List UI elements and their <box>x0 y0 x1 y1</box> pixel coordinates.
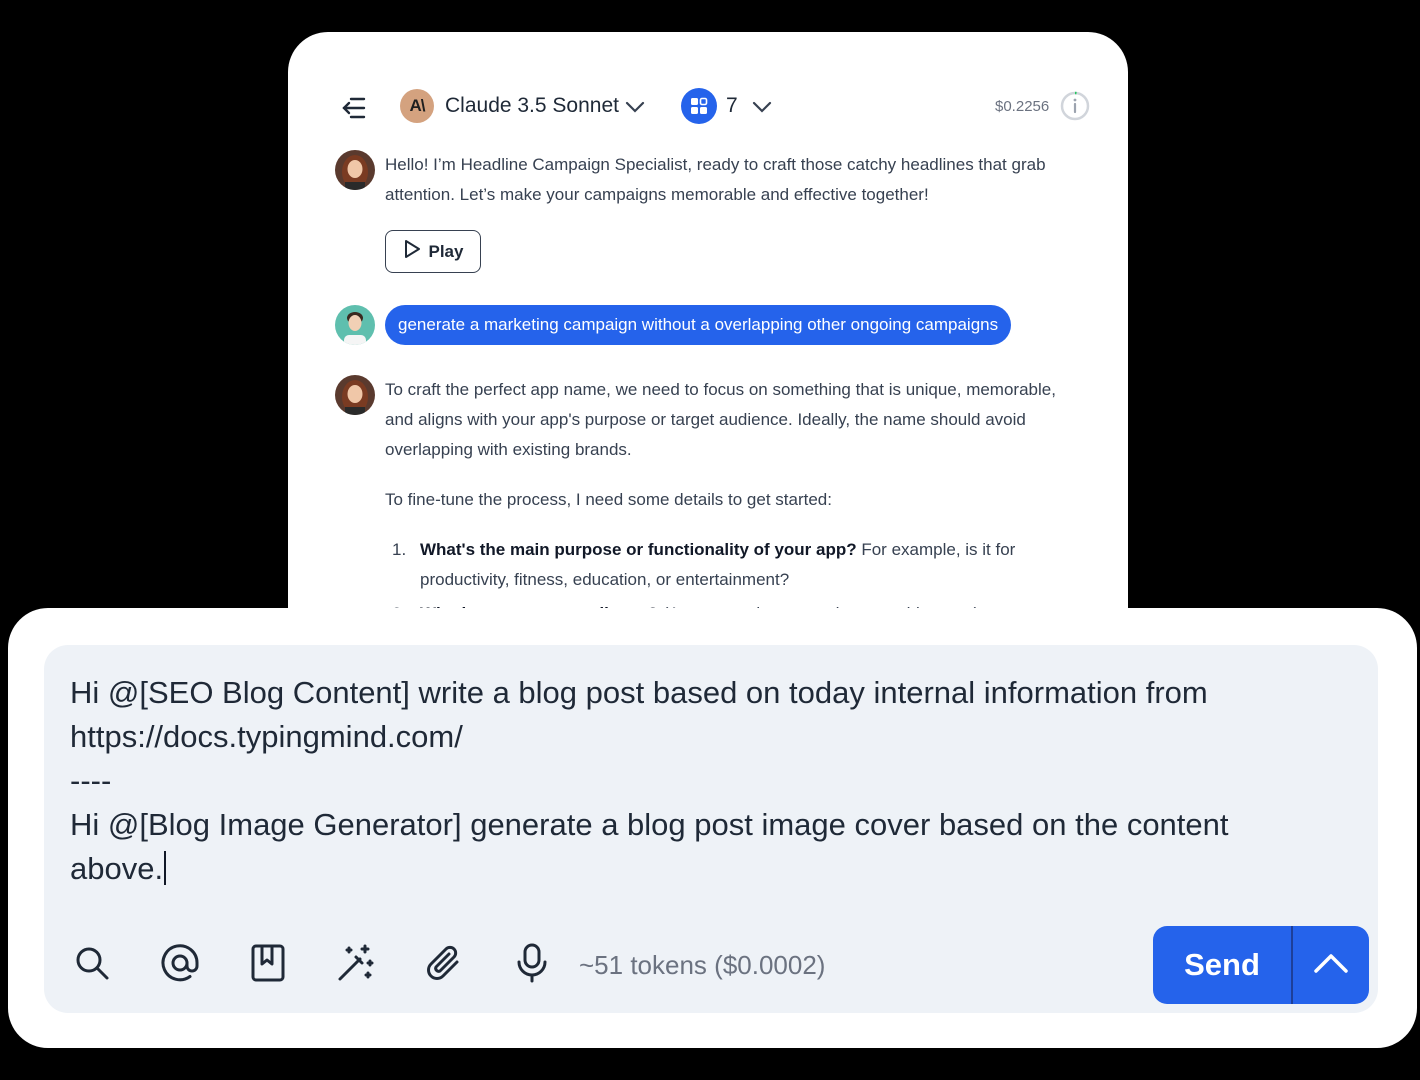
cost-display: $0.2256 <box>995 98 1050 115</box>
plugin-count[interactable]: 7 <box>726 94 738 118</box>
prompt-library-icon[interactable] <box>246 941 290 985</box>
send-button[interactable]: Send <box>1153 926 1291 1004</box>
user-message: generate a marketing campaign without a … <box>385 305 1012 345</box>
assistant-message-paragraph: To craft the perfect app name, we need t… <box>385 380 1056 459</box>
play-icon <box>403 239 421 264</box>
chevron-down-icon[interactable] <box>624 96 646 118</box>
message-input[interactable]: Hi @[SEO Blog Content] write a blog post… <box>70 671 1330 891</box>
user-avatar <box>335 305 375 345</box>
paperclip-icon[interactable] <box>422 941 466 985</box>
assistant-avatar <box>335 150 375 190</box>
chat-panel: A\ Claude 3.5 Sonnet 7 $0.2256 Hello! I’… <box>288 32 1128 672</box>
list-item: 1. What's the main purpose or functional… <box>385 535 1085 595</box>
assistant-message: Hello! I’m Headline Campaign Specialist,… <box>385 155 1046 204</box>
token-estimate: ~51 tokens ($0.0002) <box>579 950 826 980</box>
text-caret <box>164 851 167 885</box>
send-options-button[interactable] <box>1293 926 1369 1004</box>
back-arrow-icon[interactable] <box>338 93 368 123</box>
model-logo: A\ <box>400 89 434 123</box>
info-icon[interactable] <box>1059 90 1091 122</box>
magic-wand-icon[interactable] <box>334 941 378 985</box>
input-line: https://docs.typingmind.com/ <box>70 719 463 754</box>
plugin-icon[interactable] <box>681 88 717 124</box>
assistant-avatar <box>335 375 375 415</box>
microphone-icon[interactable] <box>510 941 554 985</box>
play-button[interactable]: Play <box>385 230 481 273</box>
input-line: ---- <box>70 763 112 798</box>
input-line: Hi @[SEO Blog Content] write a blog post… <box>70 675 1208 710</box>
at-icon[interactable] <box>158 941 202 985</box>
input-line: Hi @[Blog Image Generator] generate a bl… <box>70 807 1229 842</box>
list-item-bold: What's the main purpose or functionality… <box>420 540 857 559</box>
composer-panel: Hi @[SEO Blog Content] write a blog post… <box>8 608 1417 1048</box>
chevron-up-icon <box>1313 952 1349 979</box>
play-label: Play <box>428 241 464 261</box>
model-selector[interactable]: Claude 3.5 Sonnet <box>445 94 619 118</box>
search-icon[interactable] <box>70 941 114 985</box>
chevron-down-icon[interactable] <box>751 96 773 118</box>
message-composer[interactable]: Hi @[SEO Blog Content] write a blog post… <box>44 645 1378 1013</box>
assistant-message-paragraph: To fine-tune the process, I need some de… <box>385 490 832 509</box>
input-line: above. <box>70 851 164 886</box>
list-number: 1. <box>392 540 407 559</box>
send-button-group: Send <box>1153 926 1369 1004</box>
